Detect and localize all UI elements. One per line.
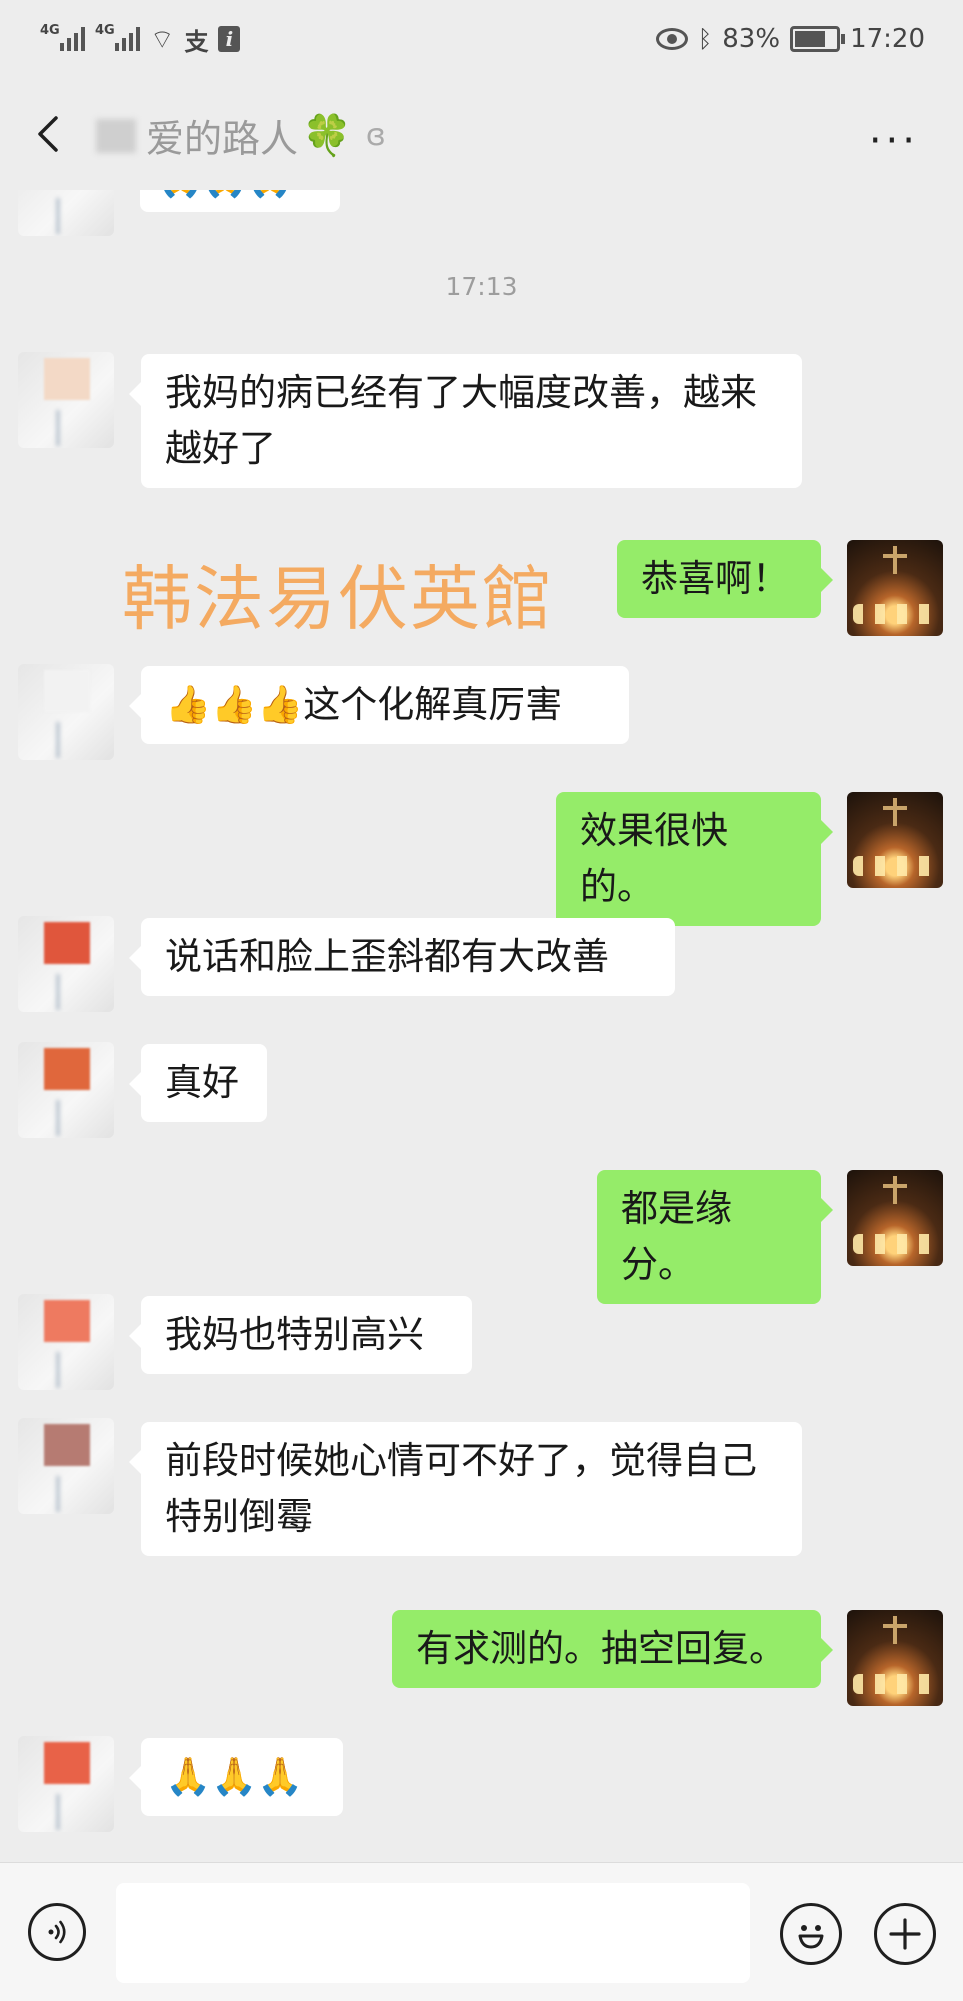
message-bubble[interactable]: 我妈也特别高兴 [129, 1296, 472, 1374]
title-blurred-part [96, 118, 136, 153]
emoji-icon [798, 1925, 824, 1949]
message-bubble[interactable]: 我妈的病已经有了大幅度改善，越来越好了 [129, 354, 802, 488]
avatar[interactable] [18, 190, 114, 236]
message-bubble[interactable]: 🙏🙏🙏 [129, 1738, 343, 1816]
watermark-text: 韩法易伏英館 [122, 558, 554, 640]
back-icon[interactable] [30, 114, 70, 154]
partial-text: 🙏🙏🙏 [158, 190, 292, 200]
avatar-self[interactable] [847, 1170, 943, 1266]
message-bubble-self[interactable]: 都是缘分。 [597, 1170, 833, 1304]
avatar[interactable] [18, 1294, 114, 1390]
status-bar: 4G 4G ⌔ 支 i ᛒ 83% 17:20 [0, 0, 963, 78]
avatar[interactable] [18, 1418, 114, 1514]
ear-icon: ɞ [365, 118, 386, 153]
clover-icon: 🍀 [302, 113, 352, 159]
voice-icon [48, 1920, 66, 1944]
avatar[interactable] [18, 1042, 114, 1138]
message-bubble[interactable]: 真好 [129, 1044, 267, 1122]
avatar-self[interactable] [847, 540, 943, 636]
battery-icon [790, 26, 846, 52]
signal-icon-1: 4G [40, 23, 85, 51]
message-bubble[interactable]: 说话和脸上歪斜都有大改善 [129, 918, 675, 996]
alipay-icon: 支 [184, 27, 209, 56]
signal-icon-2: 4G [95, 23, 140, 51]
avatar-self[interactable] [847, 1610, 943, 1706]
chat-area[interactable]: 🙏🙏🙏 17:13 我妈的病已经有了大幅度改善，越来越好了 韩法易伏英館 恭喜啊… [0, 190, 963, 1862]
wifi-icon: ⌔ [150, 24, 175, 55]
voice-button[interactable] [28, 1903, 86, 1961]
bluetooth-icon: ᛒ [697, 25, 713, 53]
chat-title: 爱的路人 🍀 ɞ [96, 108, 386, 163]
message-bubble-self[interactable]: 有求测的。抽空回复。 [392, 1610, 833, 1688]
clock: 17:20 [850, 24, 925, 54]
avatar-self[interactable] [847, 792, 943, 888]
plus-button[interactable] [874, 1903, 936, 1965]
chat-header: 爱的路人 🍀 ɞ ··· [0, 78, 963, 190]
status-bar-left: 4G 4G ⌔ 支 i [40, 22, 241, 57]
input-bar [0, 1862, 963, 2001]
battery-percent: 83% [722, 24, 781, 54]
message-bubble-self[interactable]: 恭喜啊！ [617, 540, 833, 618]
message-bubble[interactable]: 👍👍👍这个化解真厉害 [129, 666, 629, 744]
emoji-button[interactable] [780, 1903, 842, 1965]
more-button[interactable]: ··· [869, 118, 919, 164]
message-bubble-partial[interactable]: 🙏🙏🙏 [140, 190, 340, 212]
plus-icon [889, 1918, 921, 1950]
message-bubble[interactable]: 前段时候她心情可不好了，觉得自己特别倒霉 [129, 1422, 802, 1556]
message-bubble-self[interactable]: 效果很快的。 [556, 792, 833, 926]
timestamp: 17:13 [445, 272, 518, 301]
eye-icon [655, 28, 688, 50]
status-bar-right: ᛒ 83% 17:20 [655, 24, 925, 54]
avatar[interactable] [18, 352, 114, 448]
info-icon: i [218, 26, 241, 52]
avatar[interactable] [18, 664, 114, 760]
contact-name: 爱的路人 [146, 117, 299, 161]
avatar[interactable] [18, 1736, 114, 1832]
message-input[interactable] [116, 1883, 750, 1983]
avatar[interactable] [18, 916, 114, 1012]
